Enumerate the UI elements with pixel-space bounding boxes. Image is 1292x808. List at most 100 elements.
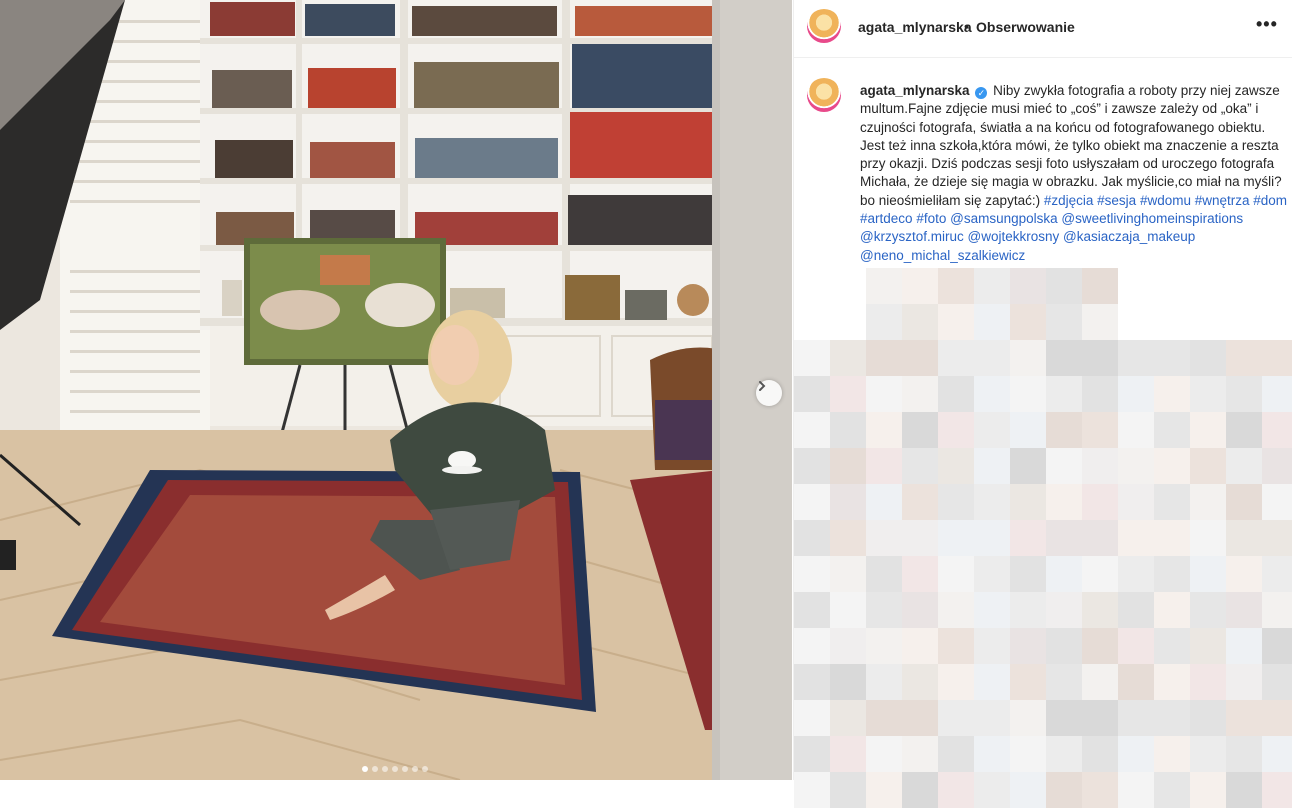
blurred-comment-block: [1118, 592, 1154, 628]
blurred-comment-block: [902, 664, 938, 700]
blurred-comment-block: [1046, 412, 1082, 448]
caption-username[interactable]: agata_mlynarska: [860, 83, 970, 98]
blurred-comment-block: [866, 592, 902, 628]
blurred-comment-block: [1010, 556, 1046, 592]
blurred-comment-block: [974, 268, 1010, 304]
blurred-comment-block: [938, 268, 974, 304]
blurred-comment-block: [1154, 376, 1190, 412]
blurred-comment-block: [1190, 664, 1226, 700]
blurred-comment-block: [1262, 448, 1292, 484]
caption-tag-link[interactable]: #wdomu: [1140, 193, 1191, 208]
blurred-comment-block: [938, 340, 974, 376]
blurred-comment-block: [1082, 664, 1118, 700]
blurred-comment-block: [1046, 556, 1082, 592]
blurred-comment-block: [1226, 448, 1262, 484]
carousel-dot: [392, 766, 398, 772]
blurred-comment-block: [938, 592, 974, 628]
username-link[interactable]: agata_mlynarska: [858, 19, 972, 35]
blurred-comment-block: [938, 700, 974, 736]
blurred-comment-block: [902, 628, 938, 664]
blurred-comment-block: [1190, 340, 1226, 376]
blurred-comment-block: [938, 772, 974, 808]
blurred-comment-block: [1154, 628, 1190, 664]
blurred-comment-block: [1226, 736, 1262, 772]
blurred-comment-block: [866, 520, 902, 556]
blurred-comment-block: [1190, 484, 1226, 520]
blurred-comment-block: [1082, 628, 1118, 664]
caption-tag-link[interactable]: @sweetlivinghomeinspirations: [1061, 211, 1243, 226]
blurred-comment-block: [830, 736, 866, 772]
blurred-comment-block: [902, 700, 938, 736]
blurred-comment-block: [1262, 700, 1292, 736]
following-button[interactable]: Obserwowanie: [976, 19, 1075, 35]
carousel-dot: [372, 766, 378, 772]
blurred-comment-block: [1082, 304, 1118, 340]
blurred-comment-block: [1046, 484, 1082, 520]
blurred-comment-block: [1010, 664, 1046, 700]
blurred-comment-block: [830, 412, 866, 448]
separator: •: [964, 18, 969, 34]
caption-tag-link[interactable]: @kasiaczaja_makeup: [1063, 229, 1195, 244]
caption-tag-link[interactable]: #dom: [1253, 193, 1287, 208]
blurred-comment-block: [1010, 376, 1046, 412]
caption-avatar[interactable]: [807, 78, 841, 112]
blurred-comment-block: [1190, 448, 1226, 484]
caption-tag-link[interactable]: #artdeco: [860, 211, 913, 226]
caption-tag-link[interactable]: #foto: [916, 211, 946, 226]
blurred-comment-block: [1010, 592, 1046, 628]
blurred-comment-block: [1046, 376, 1082, 412]
blurred-comment-block: [866, 448, 902, 484]
blurred-comment-block: [1190, 628, 1226, 664]
blurred-comment-block: [974, 448, 1010, 484]
blurred-comment-block: [1154, 448, 1190, 484]
blurred-comment-block: [1046, 268, 1082, 304]
blurred-comment-block: [1262, 556, 1292, 592]
blurred-comment-block: [1118, 736, 1154, 772]
caption-tag-link[interactable]: @samsungpolska: [950, 211, 1058, 226]
blurred-comment-block: [974, 484, 1010, 520]
blurred-comment-block: [830, 664, 866, 700]
blurred-comment-block: [974, 412, 1010, 448]
blurred-comment-block: [1154, 412, 1190, 448]
blurred-comment-block: [1118, 376, 1154, 412]
blurred-comment-block: [1118, 484, 1154, 520]
blurred-comment-block: [902, 736, 938, 772]
blurred-comment-block: [1226, 664, 1262, 700]
blurred-comment-block: [1226, 376, 1262, 412]
blurred-comment-block: [1190, 592, 1226, 628]
blurred-comment-block: [974, 376, 1010, 412]
blurred-comment-block: [866, 628, 902, 664]
caption-tag-link[interactable]: #sesja: [1097, 193, 1136, 208]
caption-tag-link[interactable]: @krzysztof.miruc: [860, 229, 964, 244]
blurred-comment-block: [794, 556, 830, 592]
blurred-comment-block: [902, 304, 938, 340]
blurred-comment-block: [1262, 592, 1292, 628]
blurred-comment-block: [866, 556, 902, 592]
blurred-comment-block: [1046, 628, 1082, 664]
post-image[interactable]: [0, 0, 792, 780]
blurred-comment-block: [1154, 520, 1190, 556]
more-options-button[interactable]: •••: [1256, 14, 1278, 35]
next-image-button[interactable]: [756, 380, 782, 406]
blurred-comment-block: [902, 592, 938, 628]
blurred-comment-block: [1082, 772, 1118, 808]
blurred-comment-block: [1190, 376, 1226, 412]
blurred-comment-block: [794, 448, 830, 484]
caption-tag-link[interactable]: #zdjęcia: [1044, 193, 1094, 208]
blurred-comment-block: [1154, 772, 1190, 808]
blurred-comment-block: [830, 340, 866, 376]
blurred-comment-block: [938, 376, 974, 412]
avatar[interactable]: [807, 9, 841, 43]
caption-tag-link[interactable]: #wnętrza: [1195, 193, 1250, 208]
blurred-comment-block: [830, 556, 866, 592]
blurred-comment-block: [794, 520, 830, 556]
caption-tag-link[interactable]: @wojtekkrosny: [967, 229, 1059, 244]
blurred-comment-block: [1010, 772, 1046, 808]
blurred-comment-block: [1046, 736, 1082, 772]
blurred-comment-block: [902, 772, 938, 808]
blurred-comment-block: [974, 520, 1010, 556]
blurred-comment-block: [1226, 412, 1262, 448]
caption-tag-link[interactable]: @neno_michal_szalkiewicz: [860, 248, 1025, 263]
blurred-comment-block: [1082, 700, 1118, 736]
blurred-comment-block: [938, 484, 974, 520]
